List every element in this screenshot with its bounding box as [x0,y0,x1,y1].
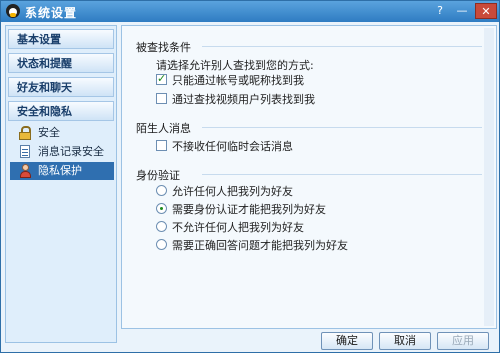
sidebar: 基本设置 状态和提醒 好友和聊天 安全和隐私 安全 消息记录安全 隐私保护 [5,25,117,343]
checkbox-search-by-account[interactable] [156,72,167,85]
settings-window: 系统设置 ? — ✕ 基本设置 状态和提醒 好友和聊天 安全和隐私 安全 消息记… [0,0,500,353]
option-label: 需要正确回答问题才能把我列为好友 [172,239,348,252]
section-title-searched: 被查找条件 [136,41,191,54]
ok-button[interactable]: 确定 [321,332,373,350]
document-icon [18,145,32,159]
section-title-stranger: 陌生人消息 [136,122,191,135]
radio-allow-anyone[interactable] [156,185,167,196]
sidebar-header-status[interactable]: 状态和提醒 [8,53,114,73]
checkbox-reject-temp-messages[interactable] [156,140,167,151]
qq-penguin-icon [6,4,20,18]
checkbox-search-by-video-list[interactable] [156,93,167,104]
section-title-verify: 身份验证 [136,169,180,182]
section-divider [202,127,482,128]
close-button[interactable]: ✕ [475,3,497,19]
sidebar-item-label: 消息记录安全 [38,145,104,158]
searched-prompt: 请选择允许别人查找到您的方式: [156,59,314,72]
title-bar[interactable]: 系统设置 ? — ✕ [1,1,499,22]
help-button[interactable]: ? [431,3,449,19]
section-divider [202,174,482,175]
settings-content-panel: 被查找条件 请选择允许别人查找到您的方式: 只能通过帐号或昵称找到我 通过查找视… [121,25,497,329]
option-label: 不接收任何临时会话消息 [172,140,293,153]
sidebar-item-message-history[interactable]: 消息记录安全 [10,143,114,161]
window-title: 系统设置 [25,6,78,20]
user-icon [18,164,32,178]
radio-disallow-anyone[interactable] [156,221,167,232]
radio-require-verification[interactable] [156,203,167,214]
option-label: 通过查找视频用户列表找到我 [172,93,315,106]
sidebar-item-privacy[interactable]: 隐私保护 [10,162,114,180]
radio-answer-question[interactable] [156,239,167,250]
dialog-footer: 确定 取消 应用 [121,330,497,350]
sidebar-header-friends[interactable]: 好友和聊天 [8,77,114,97]
minimize-button[interactable]: — [453,3,471,19]
apply-button[interactable]: 应用 [437,332,489,350]
sidebar-header-security[interactable]: 安全和隐私 [8,101,114,121]
option-label: 只能通过帐号或昵称找到我 [172,74,304,87]
section-divider [202,46,482,47]
option-label: 需要身份认证才能把我列为好友 [172,203,326,216]
option-label: 不允许任何人把我列为好友 [172,221,304,234]
sidebar-item-label: 隐私保护 [38,164,82,177]
sidebar-header-basic[interactable]: 基本设置 [8,29,114,49]
sidebar-item-label: 安全 [38,126,60,139]
cancel-button[interactable]: 取消 [379,332,431,350]
option-label: 允许任何人把我列为好友 [172,185,293,198]
lock-icon [18,126,32,140]
sidebar-item-security[interactable]: 安全 [10,124,114,142]
content-scrollbar[interactable] [484,28,494,326]
